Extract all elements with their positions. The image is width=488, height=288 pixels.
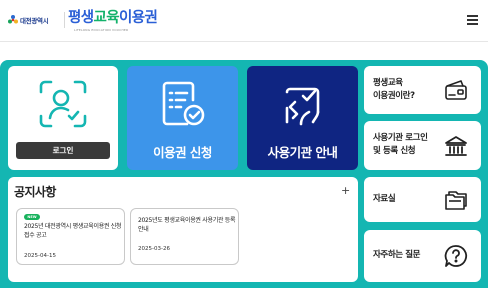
voucher-apply-card[interactable]: 이용권 신청 — [127, 66, 238, 170]
institution-login-label-2: 및 등록 신청 — [373, 146, 416, 156]
brand-subtitle: LIFELONG EDUCATION VOUCHER — [74, 28, 129, 32]
institution-guide-card[interactable]: 사용기관 안내 — [247, 66, 358, 170]
folder-files-icon — [445, 191, 467, 210]
institution-login-card[interactable]: 사용기관 로그인 및 등록 신청 — [364, 121, 481, 170]
institution-building-icon — [445, 136, 467, 156]
voucher-about-label-1: 평생교육 — [373, 78, 403, 88]
face-scan-icon — [39, 80, 87, 128]
city-emblem-icon — [8, 15, 18, 24]
faq-label: 자주하는 질문 — [373, 250, 421, 260]
brand-title: 평생교육이용권 — [68, 6, 158, 27]
header-divider — [64, 12, 65, 28]
map-check-icon — [285, 87, 320, 126]
voucher-about-card[interactable]: 평생교육 이용권이란? — [364, 66, 481, 114]
brand-title-part2: 교육 — [93, 10, 119, 26]
hamburger-menu-icon[interactable] — [467, 15, 478, 25]
voucher-apply-label: 이용권 신청 — [153, 145, 212, 160]
institution-guide-label: 사용기관 안내 — [267, 145, 338, 160]
notice-item[interactable]: NEW 2025년 대전광역시 평생교육이용권 신청 접수 공고 2025-04… — [16, 208, 125, 265]
login-button[interactable]: 로그인 — [16, 142, 110, 159]
document-check-icon — [162, 81, 205, 126]
faq-card[interactable]: 자주하는 질문 — [364, 230, 481, 282]
notice-item-title: 2025년도 평생교육이용권 사용기관 등록 안내 — [138, 217, 236, 233]
notice-item-date: 2025-03-26 — [138, 246, 170, 252]
notice-more-button[interactable]: + — [341, 185, 350, 196]
new-badge: NEW — [24, 214, 40, 220]
city-logo-text: 대전광역시 — [20, 17, 49, 25]
resources-label: 자료실 — [373, 194, 396, 204]
card-wallet-icon — [445, 80, 467, 100]
brand-title-part3: 이용권 — [118, 10, 158, 26]
notice-item-date: 2025-04-15 — [24, 253, 56, 259]
notice-title: 공지사항 — [14, 185, 56, 199]
question-chat-icon — [444, 245, 468, 267]
notice-panel: 공지사항 + NEW 2025년 대전광역시 평생교육이용권 신청 접수 공고 … — [8, 177, 358, 282]
header: 대전광역시 평생교육이용권 LIFELONG EDUCATION VOUCHER — [0, 0, 488, 42]
resources-card[interactable]: 자료실 — [364, 177, 481, 222]
login-card[interactable]: 로그인 — [8, 66, 118, 170]
notice-item[interactable]: 2025년도 평생교육이용권 사용기관 등록 안내 2025-03-26 — [130, 208, 239, 265]
notice-item-title: 2025년 대전광역시 평생교육이용권 신청 접수 공고 — [24, 223, 122, 239]
daejeon-city-logo[interactable]: 대전광역시 — [7, 13, 67, 27]
brand-title-part1: 평생 — [68, 10, 94, 26]
voucher-about-label-2: 이용권이란? — [373, 91, 415, 101]
institution-login-label-1: 사용기관 로그인 — [373, 133, 428, 143]
